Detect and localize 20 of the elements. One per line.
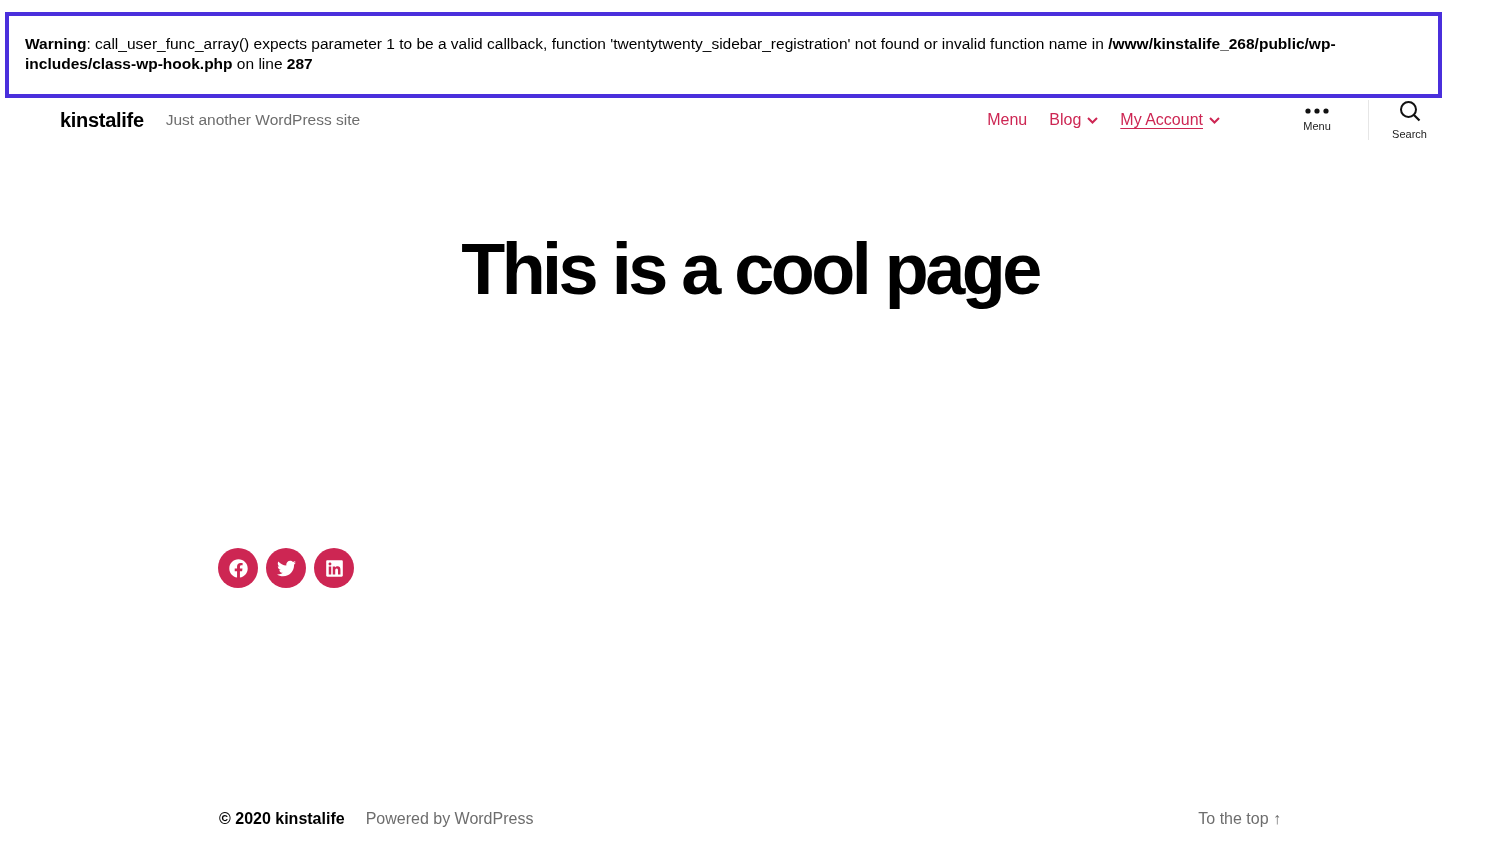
social-link[interactable] [266, 548, 306, 588]
nav-link[interactable]: Menu [987, 111, 1028, 129]
warning-message: Warning: call_user_func_array() expects parameter 1 to be a valid callback, function 'twentytwenty_sidebar_registration' not found or invalid function name in /www/kinstalife_268/public/wp-includes/class-wp-hook.php on line 287 [5, 12, 1442, 98]
twitter-icon [276, 558, 296, 578]
copyright-text: © 2020 kinstalife [219, 810, 345, 828]
search-icon [1398, 100, 1421, 122]
nav-link[interactable]: My Account [1120, 111, 1220, 129]
menu-toggle[interactable]: Menu [1276, 108, 1358, 132]
powered-by-link[interactable]: Powered by WordPress [365, 810, 534, 828]
search-toggle[interactable]: Search [1368, 100, 1450, 140]
site-title[interactable]: kinstalife [60, 108, 144, 132]
facebook-icon [228, 558, 248, 578]
linkedin-icon [324, 558, 344, 578]
social-link[interactable] [314, 548, 354, 588]
social-link[interactable] [218, 548, 258, 588]
page-title: This is a cool page [460, 228, 1041, 310]
site-tagline: Just another WordPress site [165, 111, 361, 129]
to-top-link[interactable]: To the top ↑ [1198, 810, 1281, 828]
nav-link[interactable]: Blog [1049, 111, 1099, 129]
more-dots-icon [1305, 108, 1329, 114]
